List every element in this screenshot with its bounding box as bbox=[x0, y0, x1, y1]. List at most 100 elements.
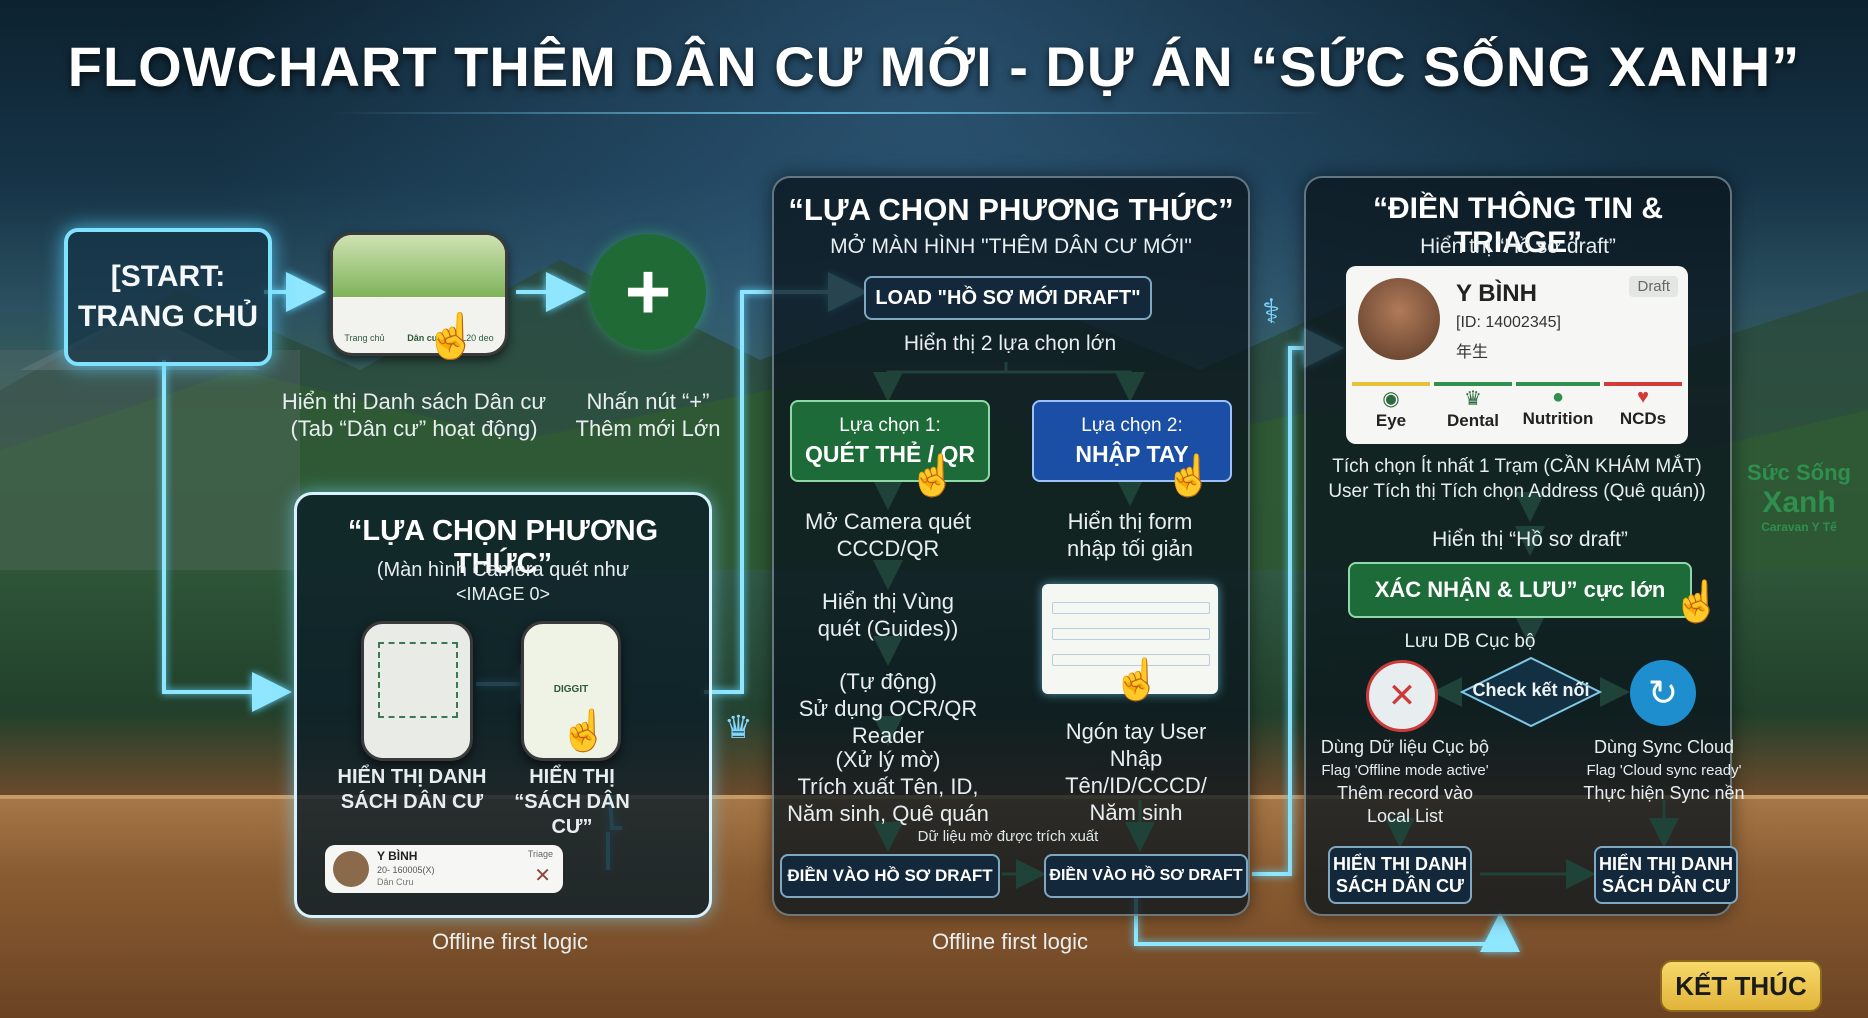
tap-hand-icon: ☝ bbox=[908, 454, 958, 498]
draft-badge: Draft bbox=[1629, 276, 1678, 297]
label-a-line2: SÁCH DÂN CƯ bbox=[340, 791, 484, 813]
profile-name: Y BÌNH bbox=[1456, 280, 1537, 307]
end-left-1: HIỂN THỊ DANH bbox=[1333, 854, 1467, 874]
triage-row: ◉ Eye ♛ Dental ● Nutrition ♥ NCDs bbox=[1352, 382, 1682, 438]
step-l3: Hiển thị Vùng bbox=[821, 589, 955, 614]
left-2: Flag 'Offline mode active' bbox=[1321, 762, 1489, 779]
tap-hand-icon: ☝ bbox=[1112, 658, 1162, 702]
add-plus-button[interactable]: + bbox=[590, 234, 706, 350]
panel-method-left: “LỰA CHỌN PHƯƠNG THỨC” (Màn hình Camera … bbox=[294, 492, 712, 918]
tooth-icon: ♛ bbox=[1464, 388, 1482, 410]
right-1: Dùng Sync Cloud bbox=[1593, 737, 1735, 757]
triage-t1: Tích chọn Ít nhất 1 Trạm (CẦN KHÁM MẮT) bbox=[1332, 456, 1702, 477]
profile-id: [ID: 14002345] bbox=[1456, 314, 1561, 331]
panel-left-label-a: HIỂN THỊ DANH SÁCH DÂN CƯ bbox=[327, 765, 497, 815]
triage-t2: User Tích thị Tích chọn Address (Quê quá… bbox=[1328, 481, 1706, 502]
offline-branch: Dùng Dữ liệu Cục bộ Flag 'Offline mode a… bbox=[1300, 736, 1510, 828]
form-field[interactable] bbox=[1052, 628, 1210, 640]
plus-caption-line2: Thêm mới Lớn bbox=[575, 416, 721, 441]
scan-phone-text: DIGGIT bbox=[553, 684, 589, 695]
footer-left: Offline first logic bbox=[431, 929, 589, 954]
tap-hand-icon: ☝ bbox=[559, 709, 609, 753]
caravan-banner: Sức Sống Xanh Caravan Y Tế bbox=[1734, 460, 1864, 580]
end-right-1: HIỂN THỊ DANH bbox=[1599, 854, 1733, 874]
left-1: Dùng Dữ liệu Cục bộ bbox=[1320, 737, 1490, 757]
phone-tabbar: Trang chủ Dân cư L20 deo bbox=[333, 307, 505, 343]
step-l1: Mở Camera quét bbox=[804, 509, 972, 534]
camera-phone bbox=[361, 621, 473, 761]
home-caption-line2: (Tab “Dân cư” hoạt động) bbox=[290, 416, 538, 441]
triage-dental-button[interactable]: ♛ Dental bbox=[1434, 382, 1512, 438]
triage-ncds-button[interactable]: ♥ NCDs bbox=[1604, 382, 1682, 438]
apple-icon: ● bbox=[1551, 386, 1565, 408]
heart-icon: ♥ bbox=[1637, 386, 1649, 408]
tab-home[interactable]: Trang chủ bbox=[344, 333, 384, 343]
right-2: Flag 'Cloud sync ready' bbox=[1586, 762, 1742, 779]
start-line2: TRANG CHỦ bbox=[78, 300, 258, 333]
opt1-small: Lựa chọn 1: bbox=[839, 414, 941, 436]
draft-profile-card[interactable]: Y BÌNH [ID: 14002345] 年生 Draft ◉ Eye ♛ D… bbox=[1346, 266, 1688, 444]
avatar bbox=[1358, 278, 1440, 360]
scan-steps-extract: (Xử lý mờ) Trích xuất Tên, ID, Năm sinh,… bbox=[776, 746, 1000, 827]
panel-left-sub2: <IMAGE 0> bbox=[455, 584, 551, 604]
confirm-save-button[interactable]: XÁC NHẬN & LƯU” cực lớn bbox=[1348, 562, 1692, 618]
triage-nutrition-label: Nutrition bbox=[1522, 409, 1594, 428]
triage-nutrition-button[interactable]: ● Nutrition bbox=[1516, 382, 1600, 438]
end-right-2: SÁCH DÂN CƯ bbox=[1602, 876, 1730, 896]
panel-mid-title: “LỰA CHỌN PHƯƠNG THỨC” bbox=[788, 192, 1234, 227]
home-caption: Hiển thị Danh sách Dân cư (Tab “Dân cư” … bbox=[278, 388, 550, 442]
resident-card[interactable]: Y BÌNH 20- 160005(X) Dân Cưu Triage ✕ bbox=[325, 845, 563, 893]
camera-viewfinder bbox=[378, 642, 458, 718]
label-a-line1: HIỂN THỊ DANH bbox=[337, 766, 487, 788]
tooth-icon: ♛ bbox=[724, 709, 753, 745]
scan-steps: Mở Camera quét CCCD/QR bbox=[776, 508, 1000, 562]
step-l5: (Tự động) bbox=[839, 669, 937, 694]
stethoscope-icon: ⚕ bbox=[1262, 293, 1281, 331]
flowchart-canvas: FLOWCHART THÊM DÂN CƯ MỚI - DỰ ÁN “SỨC S… bbox=[0, 0, 1868, 1018]
card-name: Y BÌNH bbox=[377, 849, 418, 863]
step-r5: Năm sinh bbox=[1089, 800, 1183, 825]
load-draft-node: LOAD "HỒ SƠ MỚI DRAFT" bbox=[864, 276, 1152, 320]
end-left-2: SÁCH DÂN CƯ bbox=[1336, 876, 1464, 896]
card-id: 20- 160005(X) bbox=[377, 865, 435, 875]
step-r1: Hiển thị form bbox=[1067, 509, 1193, 534]
left-3: Thêm record vào bbox=[1336, 783, 1474, 803]
end-list-left: HIỂN THỊ DANH SÁCH DÂN CƯ bbox=[1328, 846, 1472, 904]
option-scan-button[interactable]: Lựa chọn 1: QUÉT THẺ / QR bbox=[790, 400, 990, 482]
left-4: Local List bbox=[1366, 806, 1444, 826]
step-l2: CCCD/QR bbox=[836, 536, 940, 561]
triage-eye-button[interactable]: ◉ Eye bbox=[1352, 382, 1430, 438]
show-draft-again: Hiển thị “Hồ sơ draft” bbox=[1432, 528, 1628, 551]
start-node: [START: TRANG CHỦ bbox=[64, 228, 272, 366]
eye-icon: ◉ bbox=[1382, 388, 1400, 410]
triage-eye-label: Eye bbox=[1375, 411, 1407, 430]
tap-hand-icon: ☝ bbox=[1164, 454, 1214, 498]
card-tag: Triage bbox=[527, 849, 553, 859]
check-label: Check kết nối bbox=[1472, 680, 1590, 700]
check-connection-diamond: Check kết nối bbox=[1459, 656, 1603, 728]
step-l4: quét (Guides)) bbox=[817, 616, 959, 641]
panel-right-sub: Hiển thị “Hồ sơ draft” bbox=[1420, 235, 1616, 258]
banner-line1: Sức Sống bbox=[1747, 460, 1851, 485]
close-icon[interactable]: ✕ bbox=[534, 863, 551, 888]
label-b-line2: “SÁCH DÂN CƯ” bbox=[514, 791, 630, 838]
scan-steps-guides: Hiển thị Vùng quét (Guides)) bbox=[776, 588, 1000, 642]
step-l7: (Xử lý mờ) bbox=[835, 747, 941, 772]
form-field[interactable] bbox=[1052, 602, 1210, 614]
right-3: Thực hiện Sync nền bbox=[1583, 783, 1745, 803]
tap-hand-icon: ☝ bbox=[424, 312, 479, 361]
cloud-branch: Dùng Sync Cloud Flag 'Cloud sync ready' … bbox=[1556, 736, 1772, 805]
home-caption-line1: Hiển thị Danh sách Dân cư bbox=[281, 389, 547, 414]
fill-draft-left: ĐIỀN VÀO HỒ SƠ DRAFT bbox=[780, 854, 1000, 898]
plus-caption-line1: Nhấn nút “+” bbox=[586, 389, 710, 414]
manual-form-steps: Hiển thị form nhập tối giản bbox=[1030, 508, 1230, 562]
triage-dental-label: Dental bbox=[1447, 411, 1499, 430]
start-line1: [START: bbox=[110, 260, 226, 293]
tap-hand-icon: ☝ bbox=[1672, 580, 1722, 624]
panel-mid-sub: MỞ MÀN HÌNH "THÊM DÂN CƯ MỚI" bbox=[830, 235, 1192, 258]
banner-line2: Xanh bbox=[1762, 486, 1836, 519]
extracted-note: Dữ liệu mờ được trích xuất bbox=[917, 828, 1099, 845]
step-r4: Nhập Tên/ID/CCCD/ bbox=[1065, 746, 1207, 798]
manual-input-steps: Ngón tay User Nhập Tên/ID/CCCD/ Năm sinh bbox=[1036, 718, 1236, 826]
label-b-line1: HIỂN THỊ bbox=[529, 766, 615, 788]
